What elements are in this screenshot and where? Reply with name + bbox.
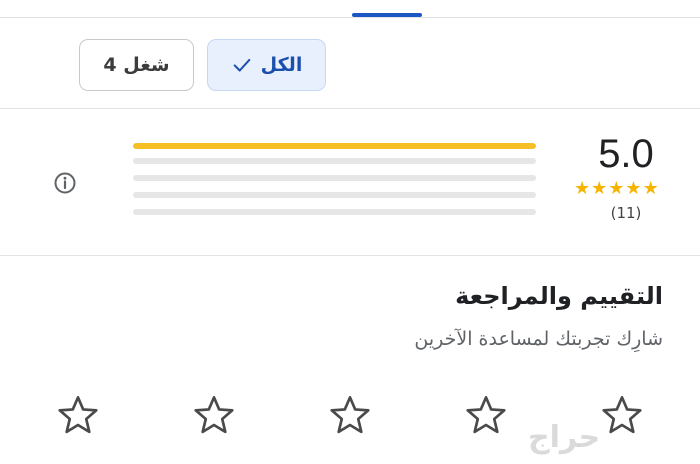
rate-star-2[interactable] [191, 392, 237, 438]
section-divider [0, 255, 700, 256]
rate-star-1[interactable] [55, 392, 101, 438]
rate-star-4[interactable] [463, 392, 509, 438]
review-count: (11) [610, 204, 642, 222]
star-outline-icon [58, 396, 98, 434]
rating-bar-5 [133, 143, 536, 149]
rate-star-3[interactable] [327, 392, 373, 438]
star-filled-icon: ★ [591, 178, 608, 199]
watermark-logo: حراج [528, 420, 601, 455]
filter-chip-work-label: شغل 4 [103, 54, 170, 76]
star-outline-icon [330, 396, 370, 434]
review-section-subtitle: شارِك تجربتك لمساعدة الآخرين [414, 328, 663, 350]
rating-bar-3 [133, 175, 536, 181]
rate-star-5[interactable] [599, 392, 645, 438]
filter-chip-all-label: الكل [260, 54, 303, 76]
rating-bar-4 [133, 158, 536, 164]
rating-bar-2 [133, 192, 536, 198]
average-rating-stars: ★ ★ ★ ★ ★ [574, 180, 659, 198]
info-icon[interactable] [53, 171, 77, 195]
tab-divider [0, 17, 700, 18]
filter-chip-all[interactable]: الكل [207, 39, 326, 91]
rating-bar-fill [133, 143, 536, 149]
rating-distribution [133, 143, 536, 226]
star-filled-icon: ★ [608, 178, 625, 199]
star-outline-icon [194, 396, 234, 434]
review-section-title: التقييم والمراجعة [455, 282, 663, 310]
filter-chip-work[interactable]: شغل 4 [79, 39, 194, 91]
reviews-page: الكل شغل 4 5.0 ★ ★ ★ ★ ★ (11) التقييم والمرا… [0, 0, 700, 464]
star-outline-icon [466, 396, 506, 434]
average-rating: 5.0 [598, 132, 654, 176]
star-filled-icon: ★ [574, 178, 591, 199]
star-filled-icon: ★ [625, 178, 642, 199]
star-outline-icon [602, 396, 642, 434]
rating-bar-1 [133, 209, 536, 215]
star-filled-icon: ★ [642, 178, 659, 199]
check-icon [233, 58, 251, 72]
section-divider [0, 108, 700, 109]
